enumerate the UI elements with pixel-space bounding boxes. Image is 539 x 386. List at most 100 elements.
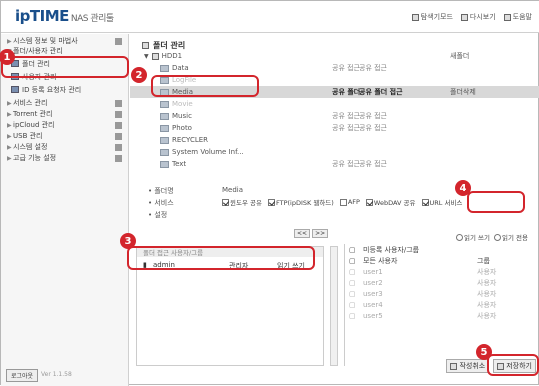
access-flags: 공유 접근 bbox=[359, 160, 387, 168]
tree-row-name: RECYCLER bbox=[172, 136, 209, 144]
svc-windows-share[interactable]: 윈도우 공유 bbox=[222, 197, 262, 207]
folder-name-label: • 폴더명 bbox=[148, 187, 174, 195]
service-label: • 서비스 bbox=[148, 199, 174, 207]
logout-button[interactable]: 로그아웃 bbox=[6, 369, 39, 382]
checkbox[interactable] bbox=[267, 198, 275, 206]
folder-icon bbox=[160, 64, 169, 72]
tree-row-name: System Volume Inf... bbox=[172, 148, 244, 156]
tree-row-name: Movie bbox=[172, 100, 193, 108]
help-link[interactable]: 도움말 bbox=[503, 12, 532, 22]
checkbox[interactable] bbox=[222, 198, 229, 206]
move-left-button[interactable]: << bbox=[294, 229, 311, 238]
share-flags: 공유 접근 bbox=[332, 112, 360, 120]
sidebar-item-label: 시스템 설정 bbox=[13, 143, 48, 151]
torrent-icon bbox=[115, 110, 122, 118]
share-flags: 공유 접근 bbox=[332, 160, 360, 168]
sidebar-item-label: 시스템 정보 및 마법사 bbox=[13, 37, 78, 45]
folder-icon bbox=[160, 112, 169, 120]
logo-text: ipTIME bbox=[15, 7, 69, 25]
sidebar-item-torrent[interactable]: ▶ Torrent 관리 bbox=[7, 109, 122, 119]
unreg-user-row[interactable]: ▢ user1 사용자 bbox=[349, 266, 539, 277]
delete-folder-button[interactable]: 폴더삭제 bbox=[450, 87, 476, 97]
service-options: 윈도우 공유 FTP(ipDISK 웹하드) AFP WebDAV 공유 URL… bbox=[222, 197, 462, 207]
checkbox[interactable] bbox=[339, 198, 347, 206]
cancel-button[interactable]: 작성취소 bbox=[446, 359, 490, 373]
folder-tree: ▼ HDD1 새폴더 Data 공유 접근 공유 접근 LogFile Media 공유 … bbox=[130, 46, 539, 211]
tree-row-text[interactable]: Text 공유 접근 공유 접근 bbox=[130, 158, 539, 170]
setting-label: • 설정 bbox=[148, 211, 168, 219]
id-icon bbox=[11, 86, 19, 93]
wizard-icon bbox=[115, 37, 122, 45]
help-label: 도움말 bbox=[512, 13, 532, 21]
tree-row-photo[interactable]: Photo 공유 접근 공유 접근 bbox=[130, 122, 539, 134]
sidebar-item-usb[interactable]: ▶ USB 관리 bbox=[7, 131, 122, 141]
tree-row-system-volume[interactable]: System Volume Inf... bbox=[130, 146, 539, 158]
sidebar-item-label: Torrent 관리 bbox=[13, 110, 53, 118]
svc-url[interactable]: URL 서비스 bbox=[421, 197, 462, 207]
header-links: 탐색기모드 다시보기 도움말 bbox=[411, 12, 532, 22]
sidebar-item-system-settings[interactable]: ▶ 시스템 설정 bbox=[7, 142, 122, 152]
checkbox[interactable] bbox=[365, 198, 373, 206]
sidebar-sub-id-requests[interactable]: ID 등록 요청자 관리 bbox=[11, 84, 81, 95]
sidebar-item-folder-user[interactable]: ▼폴더/사용자 관리 bbox=[7, 46, 122, 56]
highlight-save-button bbox=[487, 354, 539, 376]
checkbox[interactable]: ▢ bbox=[349, 246, 356, 254]
tree-row-music[interactable]: Music 공유 접근 공유 접근 bbox=[130, 110, 539, 122]
sidebar-item-advanced[interactable]: ▶ 고급 기능 설정 bbox=[7, 153, 122, 163]
tree-row-movie[interactable]: Movie bbox=[130, 98, 539, 110]
highlight-url-service bbox=[467, 191, 525, 213]
tree-row-hdd1[interactable]: ▼ HDD1 새폴더 bbox=[130, 50, 539, 62]
access-flags: 공유 접근 bbox=[359, 124, 387, 132]
share-flags: 공유 폴더 bbox=[332, 88, 361, 96]
new-folder-button[interactable]: 새폴더 bbox=[450, 51, 469, 61]
radio-read-write[interactable]: 읽기 쓰기 bbox=[456, 232, 490, 242]
folder-icon bbox=[160, 124, 169, 132]
svc-webdav[interactable]: WebDAV 공유 bbox=[365, 197, 416, 207]
unreg-user-row[interactable]: ▢ user2 사용자 bbox=[349, 277, 539, 288]
move-arrows: << >> bbox=[294, 229, 329, 238]
highlight-admin-row bbox=[127, 246, 315, 270]
sidebar-item-service[interactable]: ▶ 서비스 관리 bbox=[7, 98, 122, 108]
sidebar-item-label: 서비스 관리 bbox=[13, 99, 48, 107]
service-icon bbox=[115, 99, 122, 107]
cancel-icon bbox=[450, 362, 458, 370]
usb-icon bbox=[115, 132, 122, 140]
replay-link[interactable]: 다시보기 bbox=[460, 12, 496, 22]
unreg-header: ▢ 미등록 사용자/그룹 bbox=[349, 245, 420, 254]
highlight-media-row bbox=[151, 75, 259, 97]
tree-row-name: Photo bbox=[172, 124, 192, 132]
unregistered-user-list: ▢ 미등록 사용자/그룹 ▢ 모든 사용자 그룹 ▢ user1 사용자 ▢ user2 사용… bbox=[344, 244, 539, 366]
folder-name-value: Media bbox=[222, 186, 244, 194]
header-bar: ipTIME NAS 관리툴 탐색기모드 다시보기 도움말 bbox=[1, 1, 539, 33]
sidebar-item-ipcloud[interactable]: ▶ ipCloud 관리 bbox=[7, 120, 122, 130]
tree-row-name: Music bbox=[172, 112, 192, 120]
access-flags: 공유 폴더 접근 bbox=[359, 88, 403, 96]
folder-icon bbox=[160, 148, 169, 156]
sidebar-item-label: USB 관리 bbox=[13, 132, 43, 140]
unreg-all-users[interactable]: ▢ 모든 사용자 그룹 bbox=[349, 255, 539, 266]
explorer-mode-label: 탐색기모드 bbox=[420, 13, 453, 21]
radio-read-only[interactable]: 읽기 전용 bbox=[494, 232, 528, 242]
svc-afp[interactable]: AFP bbox=[339, 197, 360, 207]
explorer-mode-link[interactable]: 탐색기모드 bbox=[411, 12, 453, 22]
sidebar-item-system-info[interactable]: ▶ 시스템 정보 및 마법사 bbox=[7, 36, 122, 46]
move-right-button[interactable]: >> bbox=[312, 229, 329, 238]
logo: ipTIME NAS 관리툴 bbox=[15, 7, 114, 25]
unreg-user-row[interactable]: ▢ user4 사용자 bbox=[349, 299, 539, 310]
replay-icon bbox=[460, 13, 468, 21]
checkbox[interactable] bbox=[421, 198, 429, 206]
unreg-user-row[interactable]: ▢ user3 사용자 bbox=[349, 288, 539, 299]
svc-ftp[interactable]: FTP(ipDISK 웹하드) bbox=[267, 197, 334, 207]
highlight-folder-mgmt bbox=[1, 56, 129, 78]
folder-icon bbox=[160, 160, 169, 168]
sidebar: ▶시스템 정보 및 마법사 ▼폴더/사용자 관리 폴더 관리 사용자 관리 ID… bbox=[1, 34, 129, 386]
share-flags: 공유 접근 bbox=[332, 64, 360, 72]
tree-row-data[interactable]: Data 공유 접근 공유 접근 bbox=[130, 62, 539, 74]
sidebar-sub-label: ID 등록 요청자 관리 bbox=[22, 85, 82, 94]
unreg-user-row[interactable]: ▢ user5 사용자 bbox=[349, 310, 539, 321]
scrollbar[interactable] bbox=[330, 246, 338, 366]
cloud-icon bbox=[115, 121, 122, 129]
logo-subtitle: NAS 관리툴 bbox=[70, 14, 114, 24]
tree-row-recycler[interactable]: RECYCLER bbox=[130, 134, 539, 146]
help-icon bbox=[503, 13, 511, 21]
